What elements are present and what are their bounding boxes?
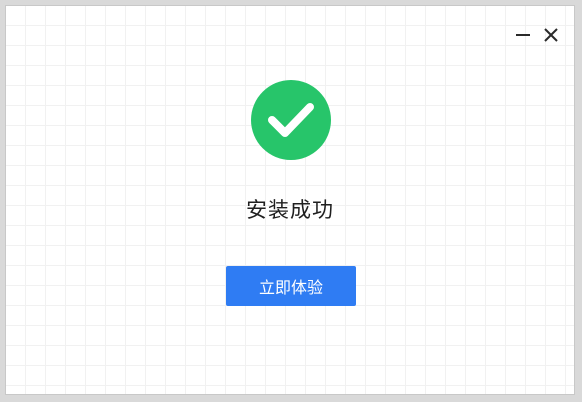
install-status-message: 安装成功 [246, 198, 334, 222]
close-icon [544, 28, 558, 42]
minimize-icon [516, 34, 530, 36]
window-controls [514, 26, 560, 44]
success-icon-wrapper [250, 79, 332, 161]
minimize-button[interactable] [514, 26, 532, 44]
close-button[interactable] [542, 26, 560, 44]
check-circle-icon [251, 80, 331, 160]
try-now-button[interactable]: 立即体验 [226, 266, 356, 306]
installer-window: 安装成功 立即体验 [5, 5, 575, 395]
